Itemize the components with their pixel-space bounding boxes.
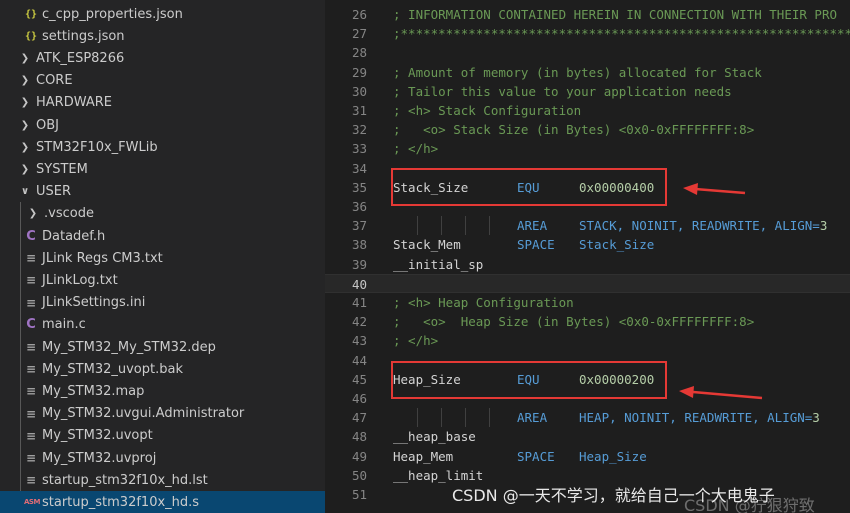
csdn-watermark-faded: CSDN @狞狠狩致	[684, 496, 815, 513]
annotation-arrows	[679, 183, 763, 400]
stack-arrow-icon	[683, 183, 746, 195]
heap-arrow-icon	[679, 386, 763, 400]
